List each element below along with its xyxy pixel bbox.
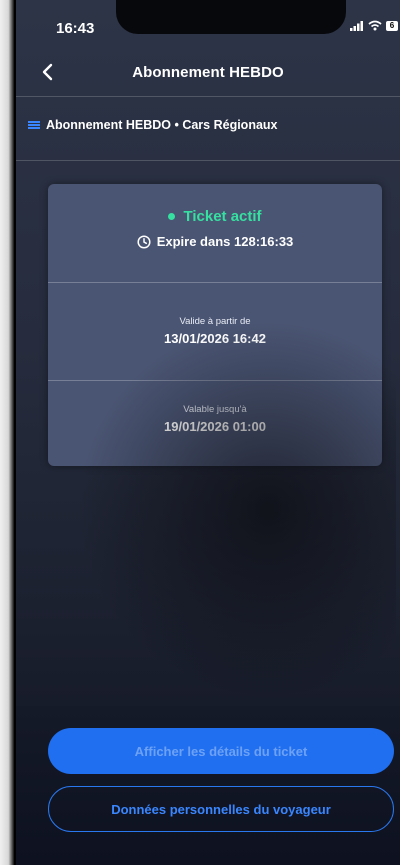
camera-notch: [116, 0, 346, 34]
clock-icon: [137, 234, 151, 249]
wifi-icon: [368, 20, 382, 31]
valid-from-date: 13/01/2026 16:42: [164, 331, 266, 346]
bus-icon: [28, 121, 40, 129]
subscription-row: Abonnement HEBDO • Cars Régionaux: [28, 118, 278, 132]
page-title: Abonnement HEBDO: [132, 63, 284, 81]
divider: [16, 96, 400, 97]
status-time: 16:43: [56, 20, 95, 37]
traveler-data-button[interactable]: Données personnelles du voyageur: [48, 786, 394, 832]
valid-until-block: Valable jusqu'à 19/01/2026 01:00: [48, 404, 382, 434]
ticket-card: Ticket actif Expire dans 128:16:33 Valid…: [48, 184, 382, 466]
ticket-status: Ticket actif: [48, 208, 382, 225]
expiry-countdown: Expire dans 128:16:33: [156, 234, 294, 249]
valid-from-block: Valide à partir de 13/01/2026 16:42: [48, 316, 382, 346]
valid-until-date: 19/01/2026 01:00: [164, 419, 266, 434]
battery-icon: 6: [386, 20, 398, 31]
status-icons: 6: [350, 20, 398, 31]
ticket-status-text: Ticket actif: [183, 208, 262, 225]
app-screen: 16:43 6 Abonnement HEBDO Abonnement HEBD…: [14, 0, 400, 865]
device-bezel: [0, 0, 14, 865]
expiry-row: Expire dans 128:16:33: [48, 234, 382, 249]
valid-until-label: Valable jusqu'à: [183, 404, 247, 415]
nav-bar: Abonnement HEBDO: [16, 52, 400, 92]
chevron-left-icon[interactable]: [38, 62, 58, 82]
status-bar: 16:43 6: [16, 0, 400, 50]
divider: [48, 282, 382, 283]
divider: [48, 380, 382, 381]
valid-from-label: Valide à partir de: [179, 316, 251, 327]
status-dot: [168, 213, 176, 220]
signal-icon: [350, 20, 363, 31]
divider: [16, 160, 400, 161]
show-ticket-details-button[interactable]: Afficher les détails du ticket: [48, 728, 394, 774]
subscription-label: Abonnement HEBDO • Cars Régionaux: [46, 118, 278, 132]
